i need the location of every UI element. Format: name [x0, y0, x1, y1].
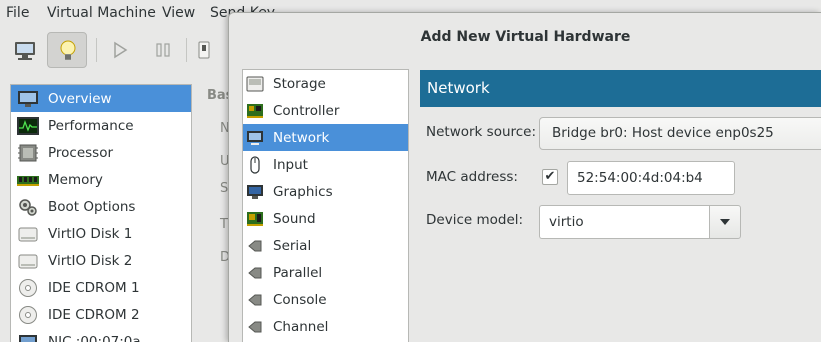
hw-item-label: Serial: [273, 237, 312, 254]
sidebar-item-label: NIC :00:07:0a: [48, 333, 141, 342]
storage-icon: [246, 75, 264, 93]
hw-item-channel[interactable]: Channel: [243, 313, 408, 340]
hw-item-label: Channel: [273, 318, 329, 335]
disk-icon: [17, 224, 39, 244]
sidebar-item-label: Memory: [48, 171, 103, 188]
pause-button[interactable]: [143, 32, 183, 68]
plug-icon: [246, 291, 264, 309]
menu-view[interactable]: View: [162, 5, 195, 21]
hw-item-console[interactable]: Console: [243, 286, 408, 313]
run-button[interactable]: [100, 32, 140, 68]
nic-icon: [17, 332, 39, 342]
hw-item-serial[interactable]: Serial: [243, 232, 408, 259]
lightbulb-icon: [60, 40, 76, 60]
disk-icon: [17, 251, 39, 271]
cpu-icon: [17, 143, 39, 163]
mac-address-field[interactable]: 52:54:00:4d:04:b4: [567, 161, 735, 195]
pane-title: Network: [420, 70, 821, 107]
hw-item-graphics[interactable]: Graphics: [243, 178, 408, 205]
monitor-icon: [17, 89, 39, 109]
hw-item-label: Controller: [273, 102, 340, 119]
hw-item-storage[interactable]: Storage: [243, 70, 408, 97]
memory-icon: [17, 170, 39, 190]
menu-virtual-machine[interactable]: Virtual Machine: [47, 5, 156, 21]
sound-icon: [246, 210, 264, 228]
gears-icon: [17, 197, 39, 217]
sidebar-item-label: IDE CDROM 1: [48, 279, 140, 296]
console-view-button[interactable]: [5, 32, 45, 68]
hardware-sidebar: Overview Performance Processor Memory Bo…: [10, 84, 192, 342]
hw-item-input[interactable]: Input: [243, 151, 408, 178]
network-source-combo[interactable]: Bridge br0: Host device enp0s25: [539, 117, 821, 150]
cdrom-icon: [17, 305, 39, 325]
device-model-field[interactable]: virtio: [539, 205, 709, 239]
hw-item-parallel[interactable]: Parallel: [243, 259, 408, 286]
hw-item-label: Storage: [273, 75, 326, 92]
sidebar-item-label: IDE CDROM 2: [48, 306, 140, 323]
mac-address-checkbox[interactable]: ✔: [542, 169, 558, 185]
plug-icon: [246, 318, 264, 336]
pause-icon: [156, 43, 170, 57]
sidebar-item-memory[interactable]: Memory: [11, 166, 191, 193]
hw-item-label: Network: [273, 129, 330, 146]
hardware-type-list: Storage Controller Network Input Graphic…: [242, 69, 409, 342]
details-panel-background: Bas N U S T D: [200, 84, 233, 342]
toolbar: [0, 28, 229, 72]
toolbar-separator: [96, 38, 97, 62]
hw-item-label: Console: [273, 291, 327, 308]
chevron-down-icon: [720, 219, 730, 225]
network-icon: [246, 129, 264, 147]
chart-icon: [17, 116, 39, 136]
hw-item-network[interactable]: Network: [243, 124, 408, 151]
power-icon: [198, 41, 210, 59]
shutdown-button[interactable]: [184, 32, 224, 68]
sidebar-item-label: Performance: [48, 117, 134, 134]
monitor-icon: [246, 183, 264, 201]
hw-item-sound[interactable]: Sound: [243, 205, 408, 232]
plug-icon: [246, 237, 264, 255]
sidebar-item-label: Overview: [48, 90, 112, 107]
play-icon: [114, 41, 128, 59]
device-model-label: Device model:: [426, 212, 524, 228]
plug-icon: [246, 264, 264, 282]
details-view-button[interactable]: [47, 32, 87, 68]
mouse-icon: [246, 155, 264, 174]
details-label: T: [220, 217, 228, 232]
device-model-dropdown-button[interactable]: [709, 205, 741, 239]
mac-address-label: MAC address:: [426, 169, 518, 185]
sidebar-item-virtio-disk-1[interactable]: VirtIO Disk 1: [11, 220, 191, 247]
sidebar-item-ide-cdrom-1[interactable]: IDE CDROM 1: [11, 274, 191, 301]
sidebar-item-ide-cdrom-2[interactable]: IDE CDROM 2: [11, 301, 191, 328]
hw-item-controller[interactable]: Controller: [243, 97, 408, 124]
sidebar-item-label: Boot Options: [48, 198, 136, 215]
sidebar-item-overview[interactable]: Overview: [11, 85, 191, 112]
sidebar-item-processor[interactable]: Processor: [11, 139, 191, 166]
add-hardware-dialog: Add New Virtual Hardware Storage Control…: [228, 12, 821, 342]
sidebar-item-boot-options[interactable]: Boot Options: [11, 193, 191, 220]
monitor-icon: [15, 42, 35, 60]
hw-item-label: Parallel: [273, 264, 323, 281]
dialog-title: Add New Virtual Hardware: [420, 29, 631, 45]
hw-item-label: Sound: [273, 210, 316, 227]
hw-item-label: Input: [273, 156, 308, 173]
sidebar-item-nic[interactable]: NIC :00:07:0a: [11, 328, 191, 342]
cdrom-icon: [17, 278, 39, 298]
menu-file[interactable]: File: [6, 5, 29, 21]
hw-item-label: Graphics: [273, 183, 333, 200]
sidebar-item-label: Processor: [48, 144, 114, 161]
sidebar-item-performance[interactable]: Performance: [11, 112, 191, 139]
sidebar-item-label: VirtIO Disk 1: [48, 225, 133, 242]
controller-icon: [246, 102, 264, 120]
sidebar-item-label: VirtIO Disk 2: [48, 252, 133, 269]
sidebar-item-virtio-disk-2[interactable]: VirtIO Disk 2: [11, 247, 191, 274]
network-source-label: Network source:: [426, 124, 537, 140]
